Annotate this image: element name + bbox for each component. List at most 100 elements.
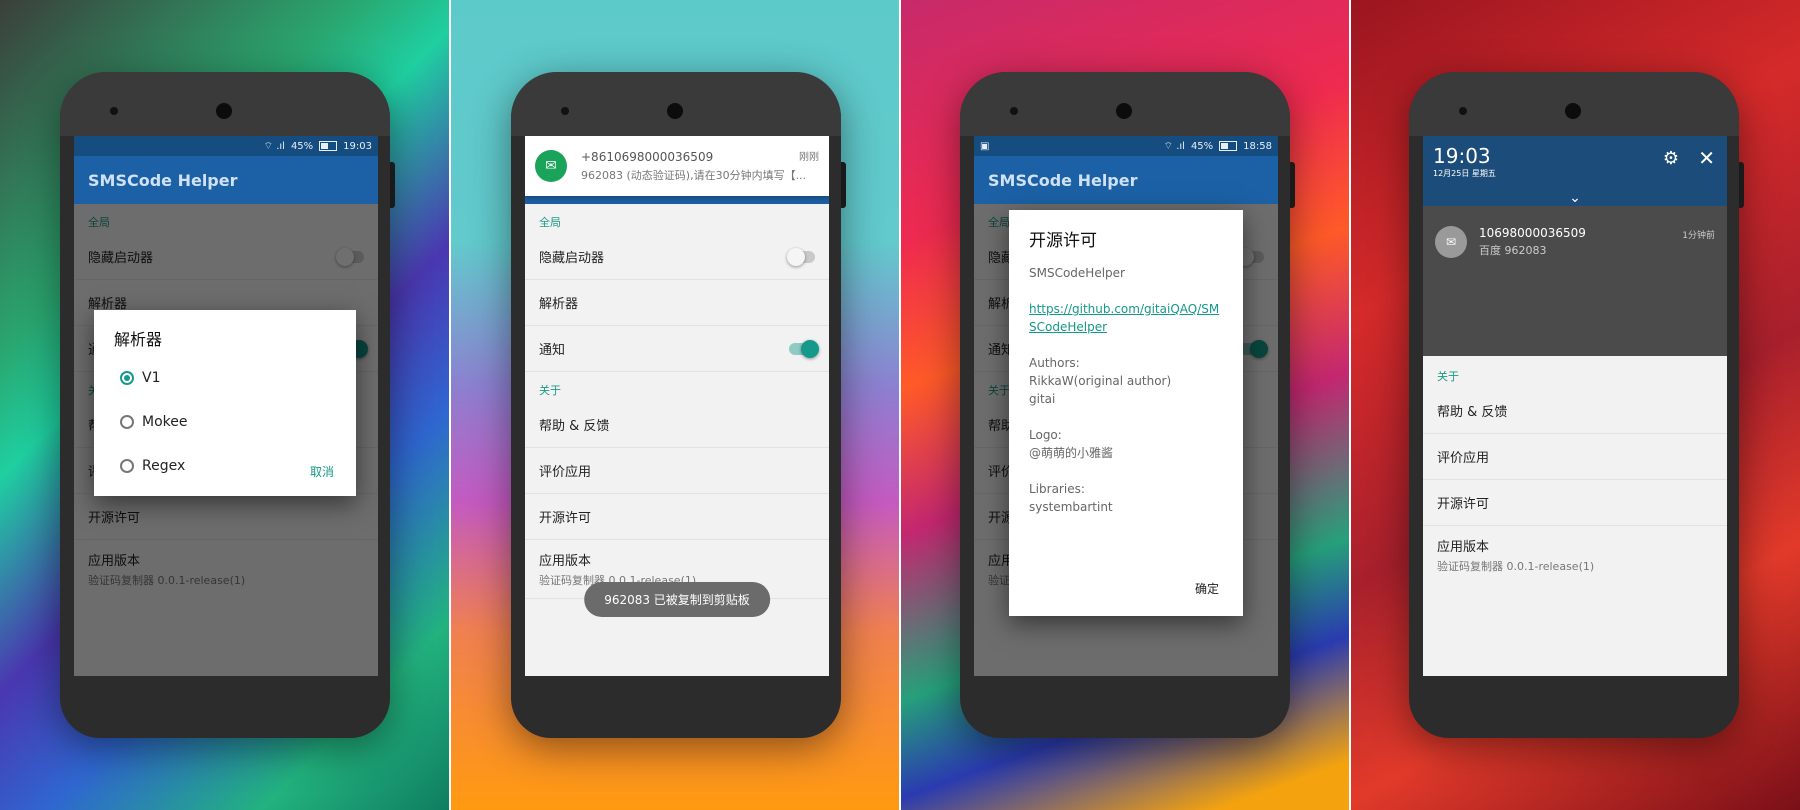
radio-label: V1: [142, 370, 161, 386]
setting-license[interactable]: 开源许可: [525, 494, 829, 540]
setting-label: 帮助 & 反馈: [539, 419, 610, 434]
panel-license-dialog: ▣ ⌔ .ıl 45% 18:58 SMSCode Helper 全局 隐藏启动…: [901, 0, 1351, 810]
phone: ▣ ⌔ .ıl 45% 18:58 SMSCode Helper 全局 隐藏启动…: [960, 72, 1295, 738]
screen: ⌔ .ıl 45% 19:03 SMSCode Helper 全局 隐藏启动器 …: [74, 136, 378, 676]
radio-option-v1[interactable]: V1: [94, 356, 356, 400]
battery-percent: 45%: [1190, 140, 1214, 152]
heads-up-notification[interactable]: ✉ +8610698000036509 962083 (动态验证码),请在30分…: [525, 136, 829, 196]
panel-parser-dialog: ⌔ .ıl 45% 19:03 SMSCode Helper 全局 隐藏启动器 …: [0, 0, 450, 810]
notification-body: 百度 962083: [1479, 244, 1547, 257]
camera: [1116, 103, 1132, 119]
setting-version[interactable]: 应用版本 验证码复制器 0.0.1-release(1): [1423, 526, 1727, 584]
radio-label: Regex: [142, 458, 186, 474]
notification-shade: 19:03 12月25日 星期五 ⚙ ✕ ⌄ ✉ 10698000036509 …: [1423, 136, 1727, 356]
author-name: gitai: [1029, 392, 1056, 406]
toast: 962083 已被复制到剪贴板: [584, 582, 770, 617]
notification-time: 1分钟前: [1682, 231, 1715, 241]
setting-label: 通知: [539, 343, 566, 358]
shade-clock: 19:03: [1433, 144, 1491, 168]
sensor-dot: [110, 107, 118, 115]
divider: [1349, 0, 1351, 810]
camera: [667, 103, 683, 119]
setting-label: 应用版本: [539, 554, 592, 569]
notify-switch[interactable]: [789, 339, 819, 358]
section-global: 全局: [539, 216, 561, 229]
shade-date: 12月25日 星期五: [1433, 169, 1496, 178]
power-button: [390, 162, 395, 208]
library-name: systembartint: [1029, 500, 1113, 514]
libraries-label: Libraries:: [1029, 482, 1085, 496]
notification-time: 刚刚: [799, 152, 819, 163]
github-link[interactable]: https://github.com/gitaiQAQ/SMSCodeHelpe…: [1029, 300, 1223, 336]
section-about: 关于: [539, 384, 561, 397]
setting-notify[interactable]: 通知: [525, 326, 829, 372]
author-name: RikkaW(original author): [1029, 374, 1172, 388]
camera: [216, 103, 232, 119]
phone: 关于 帮助 & 反馈 评价应用 开源许可 应用版本 验证码复制器 0.0.1-r…: [1409, 72, 1744, 738]
close-icon[interactable]: ✕: [1698, 146, 1715, 170]
setting-parser[interactable]: 解析器: [525, 280, 829, 326]
radio-selected-icon: [120, 371, 134, 385]
divider: [899, 0, 901, 810]
status-time: 19:03: [343, 140, 372, 152]
setting-hide-launcher[interactable]: 隐藏启动器: [525, 234, 829, 280]
setting-label: 解析器: [539, 297, 579, 312]
message-app-icon: ✉: [535, 150, 567, 182]
logo-credit: @萌萌的小雅酱: [1029, 446, 1114, 460]
divider: [449, 0, 451, 810]
wifi-icon: ⌔ .ıl: [1163, 140, 1185, 152]
notification-sender: +8610698000036509: [581, 149, 714, 164]
setting-rate[interactable]: 评价应用: [525, 448, 829, 494]
status-time: 18:58: [1243, 140, 1272, 152]
status-bar: ▣ ⌔ .ıl 45% 18:58: [974, 136, 1278, 156]
app-name: SMSCodeHelper: [1029, 266, 1125, 280]
wifi-icon: ⌔ .ıl: [263, 140, 285, 152]
setting-label: 开源许可: [1437, 497, 1490, 512]
dialog-title: 解析器: [114, 330, 163, 349]
setting-help[interactable]: 帮助 & 反馈: [525, 402, 829, 448]
gear-icon[interactable]: ⚙: [1663, 148, 1679, 169]
power-button: [1290, 162, 1295, 208]
radio-label: Mokee: [142, 414, 188, 430]
status-bar: ⌔ .ıl 45% 19:03: [74, 136, 378, 156]
radio-option-mokee[interactable]: Mokee: [94, 400, 356, 444]
screen: 关于 帮助 & 反馈 评价应用 开源许可 应用版本 验证码复制器 0.0.1-r…: [1423, 136, 1727, 676]
setting-label: 开源许可: [539, 511, 592, 526]
phone: ⌔ .ıl 45% 19:03 SMSCode Helper 全局 隐藏启动器 …: [60, 72, 395, 738]
setting-help[interactable]: 帮助 & 反馈: [1423, 388, 1727, 434]
radio-icon: [120, 459, 134, 473]
battery-icon: [319, 141, 338, 151]
setting-label: 隐藏启动器: [539, 251, 605, 266]
chevron-down-icon[interactable]: ⌄: [1423, 190, 1727, 206]
sms-notification[interactable]: ✉ 10698000036509 百度 962083 1分钟前: [1423, 212, 1727, 272]
battery-percent: 45%: [290, 140, 314, 152]
setting-label: 应用版本: [1437, 540, 1490, 555]
power-button: [1739, 162, 1744, 208]
camera: [1565, 103, 1581, 119]
panel-notification: 全局 隐藏启动器 解析器 通知 关于 帮助 & 反馈 评价应用 开源许可 应用版…: [451, 0, 901, 810]
setting-license[interactable]: 开源许可: [1423, 480, 1727, 526]
sensor-dot: [561, 107, 569, 115]
sms-icon: ✉: [1435, 226, 1467, 258]
setting-rate[interactable]: 评价应用: [1423, 434, 1727, 480]
screen: ▣ ⌔ .ıl 45% 18:58 SMSCode Helper 全局 隐藏启动…: [974, 136, 1278, 676]
battery-icon: [1219, 141, 1238, 151]
sensor-dot: [1010, 107, 1018, 115]
cancel-button[interactable]: 取消: [310, 463, 334, 480]
dialog-title: 开源许可: [1029, 231, 1097, 251]
notification-body: 962083 (动态验证码),请在30分钟内填写【...: [581, 168, 807, 182]
panel-notification-shade: 关于 帮助 & 反馈 评价应用 开源许可 应用版本 验证码复制器 0.0.1-r…: [1351, 0, 1800, 810]
power-button: [841, 162, 846, 208]
setting-label: 评价应用: [1437, 451, 1490, 466]
parser-dialog: 解析器 V1 Mokee Regex 取消: [94, 310, 356, 496]
phone: 全局 隐藏启动器 解析器 通知 关于 帮助 & 反馈 评价应用 开源许可 应用版…: [511, 72, 846, 738]
app-title: SMSCode Helper: [74, 156, 378, 204]
screen: 全局 隐藏启动器 解析器 通知 关于 帮助 & 反馈 评价应用 开源许可 应用版…: [525, 136, 829, 676]
license-dialog: 开源许可 SMSCodeHelper https://github.com/gi…: [1009, 210, 1243, 616]
hide-launcher-switch[interactable]: [787, 247, 815, 266]
screenshot-icon: ▣: [980, 140, 990, 152]
shade-header: 19:03 12月25日 星期五 ⚙ ✕ ⌄: [1423, 136, 1727, 206]
version-value: 验证码复制器 0.0.1-release(1): [1437, 560, 1595, 573]
ok-button[interactable]: 确定: [1195, 580, 1219, 598]
sensor-dot: [1459, 107, 1467, 115]
